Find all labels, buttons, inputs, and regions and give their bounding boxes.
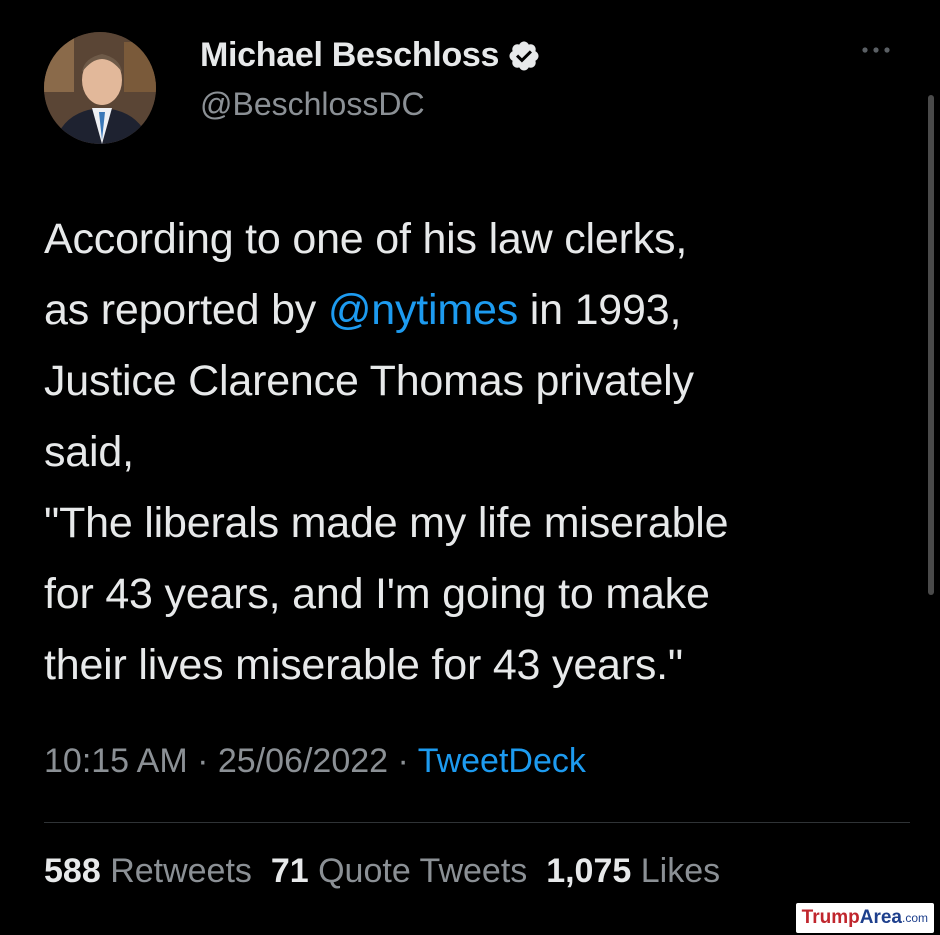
tweet-stats: 588 Retweets 71 Quote Tweets 1,075 Likes xyxy=(44,852,720,891)
author-handle[interactable]: @BeschlossDC xyxy=(200,86,425,123)
tweet-line: said, xyxy=(44,417,904,488)
quote-tweets-label: Quote Tweets xyxy=(318,852,528,890)
tweet-line: According to one of his law clerks, xyxy=(44,204,904,275)
tweet-text-segment: for 43 years, and I'm going to make xyxy=(44,570,710,618)
verified-badge-icon xyxy=(509,40,539,71)
watermark-text: Area xyxy=(859,907,902,928)
tweet-text-segment: said, xyxy=(44,428,134,476)
tweet-line: Justice Clarence Thomas privately xyxy=(44,346,904,417)
retweets-count: 588 xyxy=(44,852,101,890)
meta-separator: · xyxy=(197,742,209,780)
quote-tweets-stat[interactable]: 71 Quote Tweets xyxy=(271,852,527,890)
retweets-label: Retweets xyxy=(110,852,252,890)
meta-separator: · xyxy=(397,742,409,780)
mention-link[interactable]: @nytimes xyxy=(328,286,518,334)
quote-tweets-count: 71 xyxy=(270,852,309,890)
retweets-stat[interactable]: 588 Retweets xyxy=(44,852,252,890)
tweet-text-segment: According to one of his law clerks, xyxy=(44,215,688,263)
divider xyxy=(44,822,910,823)
tweet-meta: 10:15 AM · 25/06/2022 · TweetDeck xyxy=(44,742,586,781)
author-name[interactable]: Michael Beschloss xyxy=(200,36,499,75)
watermark-text: .com xyxy=(901,911,928,925)
watermark-logo: Trump Area .com xyxy=(795,903,934,933)
scrollbar[interactable] xyxy=(928,95,934,595)
tweet-text-segment: Justice Clarence Thomas privately xyxy=(44,357,694,405)
tweet-line: as reported by @nytimes in 1993, xyxy=(44,275,904,346)
tweet-line: "The liberals made my life miserable xyxy=(44,488,904,559)
more-options-icon[interactable] xyxy=(856,40,896,60)
tweet-date[interactable]: 25/06/2022 xyxy=(218,742,388,780)
tweet-source-link[interactable]: TweetDeck xyxy=(418,742,586,780)
tweet-time[interactable]: 10:15 AM xyxy=(44,742,188,780)
avatar[interactable] xyxy=(44,32,156,144)
avatar-photo xyxy=(44,32,156,144)
tweet-text: According to one of his law clerks, as r… xyxy=(44,204,904,701)
likes-stat[interactable]: 1,075 Likes xyxy=(546,852,720,890)
tweet-line: for 43 years, and I'm going to make xyxy=(44,559,904,630)
watermark-text: Trump xyxy=(801,907,860,928)
tweet-text-segment: in 1993, xyxy=(518,286,682,334)
author-row: Michael Beschloss xyxy=(200,36,541,75)
tweet-text-segment: "The liberals made my life miserable xyxy=(44,499,729,547)
likes-count: 1,075 xyxy=(546,852,632,890)
tweet-line: their lives miserable for 43 years." xyxy=(44,630,904,701)
tweet-text-segment: their lives miserable for 43 years." xyxy=(44,641,683,689)
tweet-text-segment: as reported by xyxy=(44,286,328,334)
likes-label: Likes xyxy=(640,852,721,890)
